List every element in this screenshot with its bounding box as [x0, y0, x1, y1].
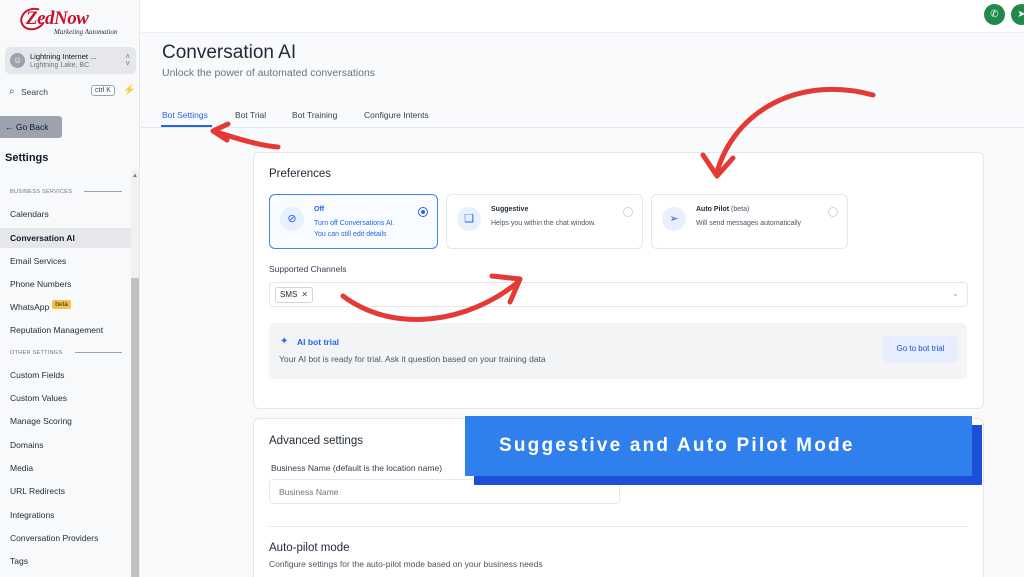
close-icon[interactable]: ✕	[301, 290, 308, 299]
mode-desc: Will send messages automatically	[696, 220, 802, 227]
active-tab-indicator	[161, 125, 212, 127]
sidebar-item-label: WhatsApp	[10, 302, 50, 312]
lightning-icon[interactable]: ⚡	[123, 85, 135, 96]
logo-tagline: Marketing Automation	[54, 28, 118, 36]
settings-title: Settings	[5, 152, 49, 164]
sidebar-item-manage-scoring[interactable]: Manage Scoring	[0, 411, 131, 431]
page-subtitle: Unlock the power of automated conversati…	[162, 67, 376, 79]
annotation-banner: Suggestive and Auto Pilot Mode	[465, 416, 972, 476]
business-name-label: Business Name (default is the location n…	[271, 463, 443, 473]
section-label-business: BUSINESS SERVICES	[10, 189, 73, 195]
location-avatar-icon: ☺	[10, 53, 25, 68]
mode-autopilot-radio[interactable]	[828, 207, 838, 217]
channel-chip: SMS ✕	[275, 287, 314, 303]
sidebar-item-conversation-providers[interactable]: Conversation Providers	[0, 528, 131, 548]
send-icon: ➢	[662, 207, 686, 231]
autopilot-mode-title: Auto-pilot mode	[269, 542, 350, 554]
search-button[interactable]: ⌕ Search ctrl K ⚡	[5, 84, 136, 100]
sidebar-item-url-redirects[interactable]: URL Redirects	[0, 481, 131, 501]
location-switcher[interactable]: ☺ Lightning Internet ... Lightning Lake,…	[5, 47, 136, 74]
sidebar-item-calendars[interactable]: Calendars	[0, 204, 131, 224]
go-to-bot-trial-button[interactable]: Go to bot trial	[883, 336, 958, 362]
channel-chip-label: SMS	[280, 290, 298, 299]
beta-badge: beta	[52, 300, 71, 309]
autopilot-mode-desc: Configure settings for the auto-pilot mo…	[269, 559, 543, 569]
top-bar: ✆ ➤	[140, 0, 1024, 33]
location-name: Lightning Internet ...	[30, 52, 97, 61]
mode-title: Off	[314, 206, 325, 213]
section-divider	[269, 526, 968, 527]
mode-autopilot-card[interactable]: ➢ Auto Pilot (beta) Will send messages a…	[651, 194, 848, 249]
megaphone-icon[interactable]: ➤	[1011, 4, 1024, 25]
sidebar-item-reputation[interactable]: Reputation Management	[0, 320, 131, 340]
mode-desc: Helps you within the chat window.	[491, 220, 596, 227]
tab-bot-training[interactable]: Bot Training	[292, 110, 337, 120]
mode-title: Auto Pilot (beta)	[696, 206, 749, 213]
chat-bubbles-icon: ❑	[457, 207, 481, 231]
sidebar-item-custom-fields[interactable]: Custom Fields	[0, 365, 131, 385]
tab-configure-intents[interactable]: Configure Intents	[364, 110, 429, 120]
preferences-title: Preferences	[269, 168, 332, 180]
mode-desc: Turn off Conversations AI. You can still…	[314, 218, 395, 240]
chevron-updown-icon: ˄ ˅	[125, 52, 130, 68]
trial-desc: Your AI bot is ready for trial. Ask it q…	[279, 354, 546, 364]
mode-desc-line: You can still edit details	[314, 231, 387, 238]
chevron-down-icon[interactable]: ⌄	[952, 289, 959, 298]
tab-bar: Bot Settings Bot Trial Bot Training Conf…	[141, 104, 1024, 128]
mode-off-card[interactable]: ⊘ Off Turn off Conversations AI. You can…	[269, 194, 438, 249]
mode-suggestive-card[interactable]: ❑ Suggestive Helps you within the chat w…	[446, 194, 643, 249]
location-sub: Lightning Lake, BC	[30, 62, 90, 69]
search-label: Search	[21, 87, 48, 97]
mode-desc-line: Turn off Conversations AI.	[314, 220, 395, 227]
bot-off-icon: ⊘	[280, 207, 304, 231]
mode-suggestive-radio[interactable]	[623, 207, 633, 217]
sidebar-item-whatsapp[interactable]: WhatsApp beta	[0, 297, 131, 317]
sidebar: ZedNow Marketing Automation ☺ Lightning …	[0, 0, 140, 577]
sidebar-item-tags[interactable]: Tags	[0, 551, 131, 571]
mode-title: Suggestive	[491, 206, 529, 213]
sidebar-item-conversation-ai[interactable]: Conversation AI	[0, 228, 131, 248]
advanced-settings-title: Advanced settings	[269, 435, 363, 447]
go-back-button[interactable]: ← Go Back	[0, 116, 62, 138]
sidebar-item-domains[interactable]: Domains	[0, 435, 131, 455]
sidebar-item-integrations[interactable]: Integrations	[0, 505, 131, 525]
tab-bot-settings[interactable]: Bot Settings	[162, 110, 208, 120]
scroll-up-icon[interactable]: ▲	[132, 173, 138, 179]
sparkle-icon: ✦	[280, 336, 289, 347]
phone-icon[interactable]: ✆	[984, 4, 1005, 25]
tab-bot-trial[interactable]: Bot Trial	[235, 110, 266, 120]
beta-suffix: (beta)	[731, 206, 750, 213]
sidebar-item-phone-numbers[interactable]: Phone Numbers	[0, 274, 131, 294]
sidebar-item-custom-values[interactable]: Custom Values	[0, 388, 131, 408]
section-label-other: OTHER SETTINGS	[10, 350, 63, 356]
page-title: Conversation AI	[162, 42, 297, 63]
ai-bot-trial-panel: ✦ AI bot trial Your AI bot is ready for …	[269, 323, 967, 379]
search-icon: ⌕	[9, 86, 15, 97]
supported-channels-label: Supported Channels	[269, 264, 347, 274]
scrollbar-thumb[interactable]	[131, 278, 139, 577]
sidebar-item-media[interactable]: Media	[0, 458, 131, 478]
section-divider	[84, 191, 122, 192]
sidebar-item-email-services[interactable]: Email Services	[0, 251, 131, 271]
logo-text: ZedNow	[26, 8, 89, 29]
mode-title-text: Auto Pilot	[696, 206, 730, 213]
trial-title: AI bot trial	[297, 337, 340, 347]
brand-logo[interactable]: ZedNow Marketing Automation	[16, 4, 126, 40]
search-shortcut: ctrl K	[91, 85, 115, 96]
section-divider	[75, 352, 122, 353]
supported-channels-select[interactable]: SMS ✕ ⌄	[269, 282, 968, 307]
mode-off-radio[interactable]	[418, 207, 428, 217]
